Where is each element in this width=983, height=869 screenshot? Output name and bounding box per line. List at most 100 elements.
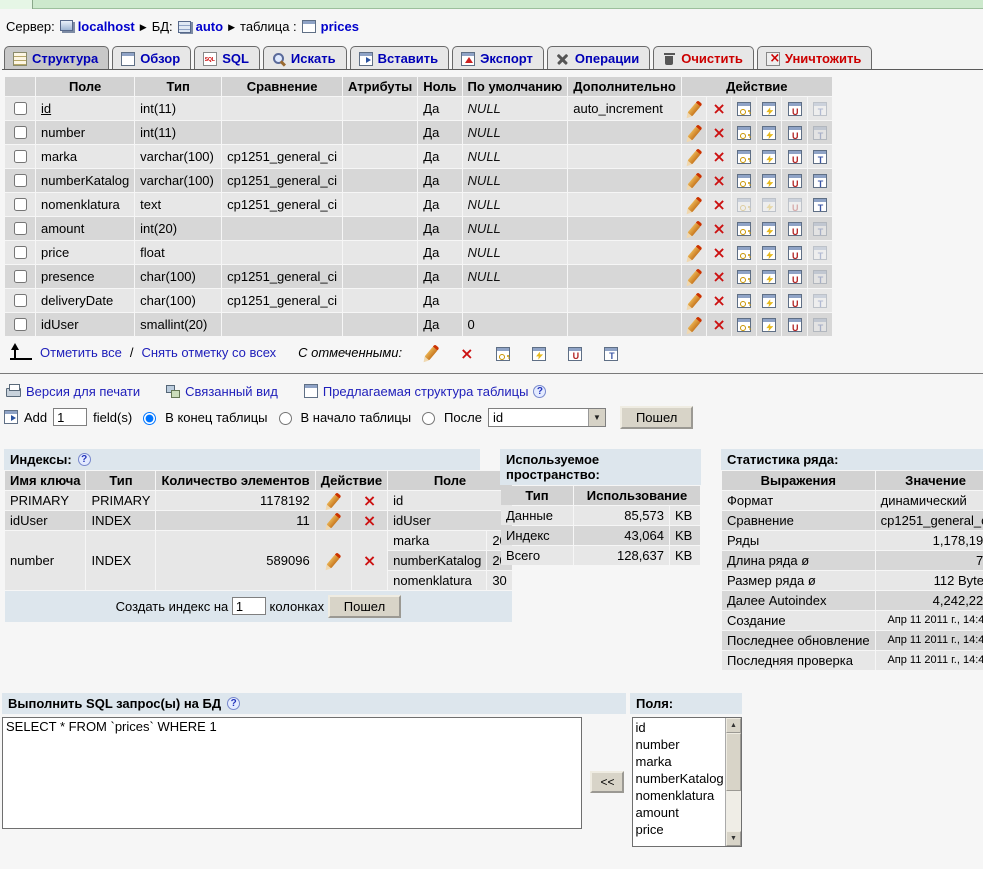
- drop-icon[interactable]: [707, 193, 731, 216]
- drop-icon[interactable]: [460, 345, 474, 361]
- help-icon[interactable]: ?: [227, 697, 240, 710]
- fulltext-icon[interactable]: [604, 345, 618, 361]
- row-checkbox[interactable]: [14, 198, 27, 211]
- drop-icon[interactable]: [707, 97, 731, 120]
- primary-icon[interactable]: [732, 145, 756, 168]
- help-icon[interactable]: ?: [78, 453, 91, 466]
- edit-icon[interactable]: [682, 217, 706, 240]
- index-icon[interactable]: [757, 169, 781, 192]
- primary-icon[interactable]: [732, 241, 756, 264]
- add-field-go-button[interactable]: Пошел: [620, 406, 693, 429]
- drop-icon[interactable]: [707, 313, 731, 336]
- unique-icon[interactable]: [782, 217, 806, 240]
- tab-browse[interactable]: Обзор: [112, 46, 191, 69]
- drop-icon[interactable]: [707, 217, 731, 240]
- fulltext-icon[interactable]: [808, 169, 832, 192]
- tab-insert[interactable]: Вставить: [350, 46, 450, 69]
- index-icon[interactable]: [757, 217, 781, 240]
- unique-icon[interactable]: [782, 313, 806, 336]
- breadcrumb-db-link[interactable]: auto: [196, 19, 223, 34]
- breadcrumb-table-link[interactable]: prices: [321, 19, 359, 34]
- index-icon[interactable]: [532, 345, 546, 361]
- unique-icon[interactable]: [782, 289, 806, 312]
- scrollbar-thumb[interactable]: [726, 733, 741, 791]
- primary-icon[interactable]: [732, 265, 756, 288]
- propose-structure-link[interactable]: Предлагаемая структура таблицы ?: [304, 384, 547, 399]
- drop-icon[interactable]: [707, 241, 731, 264]
- row-checkbox[interactable]: [14, 318, 27, 331]
- unique-icon[interactable]: [782, 145, 806, 168]
- index-icon[interactable]: [757, 121, 781, 144]
- unique-icon[interactable]: [782, 241, 806, 264]
- row-checkbox[interactable]: [14, 270, 27, 283]
- field-option[interactable]: price: [635, 821, 725, 838]
- field-option[interactable]: number: [635, 736, 725, 753]
- unique-icon[interactable]: [782, 121, 806, 144]
- primary-icon[interactable]: [732, 289, 756, 312]
- edit-icon[interactable]: [682, 193, 706, 216]
- help-icon[interactable]: ?: [533, 385, 546, 398]
- edit-icon[interactable]: [682, 289, 706, 312]
- drop-icon[interactable]: [352, 491, 387, 510]
- tab-empty[interactable]: Очистить: [653, 46, 754, 69]
- index-icon[interactable]: [757, 97, 781, 120]
- tab-search[interactable]: Искать: [263, 46, 347, 69]
- edit-icon[interactable]: [424, 345, 438, 360]
- tab-drop[interactable]: Уничтожить: [757, 46, 873, 69]
- row-checkbox[interactable]: [14, 222, 27, 235]
- scroll-up-icon[interactable]: ▲: [726, 718, 741, 733]
- radio-at-begin[interactable]: [279, 412, 292, 425]
- insert-fields-button[interactable]: <<: [590, 771, 624, 793]
- drop-icon[interactable]: [707, 121, 731, 144]
- primary-icon[interactable]: [496, 345, 510, 361]
- add-field-count-input[interactable]: [53, 408, 87, 426]
- edit-icon[interactable]: [682, 313, 706, 336]
- drop-icon[interactable]: [707, 145, 731, 168]
- edit-icon[interactable]: [682, 265, 706, 288]
- create-index-count-input[interactable]: [232, 597, 266, 615]
- edit-icon[interactable]: [682, 169, 706, 192]
- index-icon[interactable]: [757, 265, 781, 288]
- row-checkbox[interactable]: [14, 294, 27, 307]
- relation-view-link[interactable]: Связанный вид: [166, 384, 278, 399]
- tab-sql[interactable]: SQL: [194, 46, 260, 69]
- unique-icon[interactable]: [782, 265, 806, 288]
- fulltext-icon[interactable]: [808, 193, 832, 216]
- drop-icon[interactable]: [707, 169, 731, 192]
- row-checkbox[interactable]: [14, 150, 27, 163]
- drop-icon[interactable]: [352, 511, 387, 530]
- uncheck-all-link[interactable]: Снять отметку со всех: [141, 345, 276, 360]
- index-icon[interactable]: [757, 241, 781, 264]
- drop-icon[interactable]: [707, 289, 731, 312]
- radio-after[interactable]: [422, 412, 435, 425]
- edit-icon[interactable]: [316, 531, 351, 590]
- check-all-link[interactable]: Отметить все: [40, 345, 122, 360]
- edit-icon[interactable]: [682, 97, 706, 120]
- edit-icon[interactable]: [682, 145, 706, 168]
- primary-icon[interactable]: [732, 313, 756, 336]
- sql-query-textarea[interactable]: [2, 717, 582, 829]
- unique-icon[interactable]: [782, 97, 806, 120]
- primary-icon[interactable]: [732, 121, 756, 144]
- radio-at-end[interactable]: [143, 412, 156, 425]
- create-index-go-button[interactable]: Пошел: [328, 595, 401, 618]
- drop-icon[interactable]: [707, 265, 731, 288]
- index-icon[interactable]: [757, 145, 781, 168]
- after-field-select[interactable]: id ▼: [488, 408, 606, 427]
- tab-export[interactable]: Экспорт: [452, 46, 544, 69]
- field-option[interactable]: amount: [635, 804, 725, 821]
- index-icon[interactable]: [757, 313, 781, 336]
- edit-icon[interactable]: [682, 121, 706, 144]
- row-checkbox[interactable]: [14, 174, 27, 187]
- scroll-down-icon[interactable]: ▼: [726, 831, 741, 846]
- row-checkbox[interactable]: [14, 246, 27, 259]
- field-option[interactable]: nomenklatura: [635, 787, 725, 804]
- breadcrumb-server-link[interactable]: localhost: [78, 19, 135, 34]
- scrollbar-track[interactable]: [726, 791, 741, 831]
- unique-icon[interactable]: [568, 345, 582, 361]
- row-checkbox[interactable]: [14, 126, 27, 139]
- edit-icon[interactable]: [682, 241, 706, 264]
- tab-operations[interactable]: Операции: [547, 46, 650, 69]
- tab-structure[interactable]: Структура: [4, 46, 109, 69]
- field-option[interactable]: id: [635, 719, 725, 736]
